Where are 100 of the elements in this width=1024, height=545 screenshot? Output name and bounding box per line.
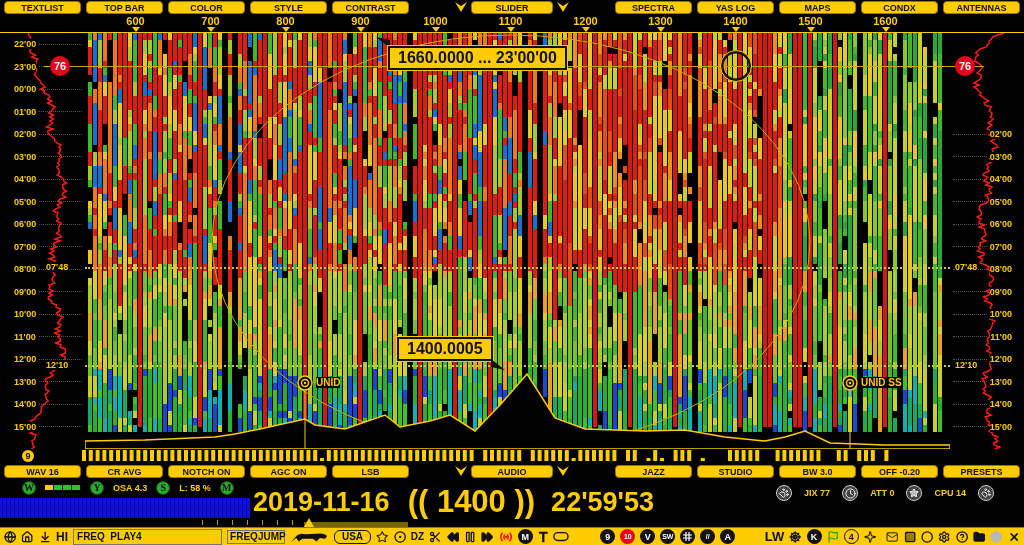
home-icon[interactable] [21, 529, 34, 544]
toolbar-button[interactable]: TEXTLIST [4, 1, 81, 14]
sparkle-icon[interactable] [863, 529, 877, 544]
toolbar-button[interactable]: ANTENNAS [943, 1, 1020, 14]
target-icon [297, 375, 313, 391]
circle-icon[interactable] [920, 529, 934, 544]
toolbar-button[interactable]: AGC ON [250, 465, 327, 478]
speech-bubble-icon[interactable] [553, 530, 570, 543]
caret-icon[interactable] [557, 2, 569, 13]
rewind-icon[interactable] [446, 529, 459, 544]
toolbar-button[interactable]: BW 3.0 [779, 465, 856, 478]
time-label: 14'00 [989, 399, 1012, 410]
folder-icon[interactable] [972, 529, 986, 544]
pointer-icon [490, 359, 505, 370]
star-icon[interactable] [376, 529, 389, 544]
frequency-display: (( 1400 )) [407, 486, 536, 518]
circle-button[interactable]: A [720, 529, 736, 544]
ship-wheel-icon[interactable] [789, 529, 802, 544]
circle-button[interactable]: K [806, 529, 822, 544]
time-label: 00'00 [14, 84, 37, 95]
indicator-text: L: 58 % [179, 482, 211, 493]
time-label: 05'00 [14, 196, 37, 207]
circle-button[interactable]: V [640, 529, 656, 544]
toolbar-button[interactable]: SLIDER [471, 1, 553, 14]
indicator-dot[interactable]: W [22, 480, 36, 495]
frequency-label: 800 [276, 15, 295, 27]
time-label: 07'00 [989, 241, 1012, 252]
toolbar-button[interactable]: AUDIO [471, 465, 553, 478]
caret-icon[interactable] [455, 466, 467, 477]
star-icon[interactable] [906, 485, 923, 501]
toolbar-button[interactable]: MAPS [779, 1, 856, 14]
cursor-callout: 1660.0000 ... 23'00'00 [388, 46, 567, 70]
globe-icon[interactable] [4, 529, 17, 544]
band-label[interactable]: LW [764, 529, 785, 544]
marker-label: 12'10 [46, 360, 69, 370]
marker-label: 07'48 [46, 262, 69, 272]
time-label: 08'00 [989, 264, 1012, 275]
signal-meter-icon [45, 485, 81, 490]
hi-label[interactable]: HI [56, 529, 69, 544]
toolbar-button[interactable]: STYLE [250, 1, 327, 14]
toolbar-button[interactable]: JAZZ [615, 465, 692, 478]
toolbar-button[interactable]: STUDIO [697, 465, 774, 478]
indicator-dot[interactable]: Y [90, 480, 104, 495]
level-badge: 76 [955, 56, 975, 76]
time-label: 03'00 [989, 151, 1012, 162]
toolbar-button[interactable]: PRESETS [943, 465, 1020, 478]
indicator-dot[interactable]: S [156, 480, 171, 495]
caret-icon[interactable] [557, 466, 569, 477]
grid-button[interactable] [680, 529, 696, 544]
region-button[interactable]: USA [333, 529, 372, 544]
toolbar-button[interactable]: CR AVG [86, 465, 163, 478]
freq-input[interactable]: FREQ PLAY4 [73, 528, 223, 545]
target-icon[interactable] [393, 529, 406, 544]
toolbar-button[interactable]: OFF -0.20 [861, 465, 938, 478]
indicator-dot[interactable]: M [219, 480, 234, 495]
toolbar-button[interactable]: WAV 16 [4, 465, 81, 478]
mail-icon[interactable] [886, 529, 899, 544]
caret-icon[interactable] [455, 2, 467, 13]
toolbar-button[interactable]: TOP BAR [86, 1, 163, 14]
circle-button[interactable]: 4 [843, 529, 859, 544]
frequency-label: 1400 [723, 15, 748, 27]
time-label: 09'00 [989, 286, 1012, 297]
frequency-label: 1000 [423, 15, 448, 27]
frequency-label: 1300 [648, 15, 673, 27]
date-display: 2019-11-16 [253, 486, 390, 518]
time-label: 03'00 [14, 151, 37, 162]
time-label: 05'00 [989, 196, 1012, 207]
fast-forward-icon[interactable] [481, 529, 494, 544]
level-badge: 76 [50, 56, 70, 76]
dz-label[interactable]: DZ [410, 531, 425, 542]
antenna-icon[interactable] [537, 530, 549, 543]
pause-icon[interactable] [463, 529, 477, 544]
time-label: 11'00 [14, 331, 36, 342]
time-label: 23'00 [14, 61, 37, 72]
time-label: 08'00 [14, 264, 37, 275]
circle-button[interactable]: 9 [600, 529, 616, 544]
toolbar-button[interactable]: CONDX [861, 1, 938, 14]
paw-icon[interactable] [978, 485, 994, 501]
toolbar-button[interactable]: SPECTRA [615, 1, 692, 14]
toolbar-button[interactable]: NOTCH ON [168, 465, 245, 478]
time-label: 22'00 [14, 39, 37, 50]
download-icon[interactable] [38, 529, 52, 544]
time-label: 10'00 [989, 309, 1012, 320]
channel-badge: 9 [22, 449, 34, 462]
paw-icon[interactable] [776, 485, 793, 501]
help-icon[interactable] [955, 529, 968, 544]
settings-icon[interactable] [938, 529, 951, 544]
time-label: 13'00 [14, 376, 37, 387]
clock-icon[interactable] [842, 485, 859, 501]
station-line [849, 390, 851, 449]
toolbar-button[interactable]: COLOR [168, 1, 245, 14]
time-label: 13'00 [989, 376, 1012, 387]
time-label: 07'00 [14, 241, 37, 252]
time-display: 22'59'53 [551, 486, 655, 518]
square-icon[interactable] [903, 529, 916, 544]
toolbar-button[interactable]: CONTRAST [332, 1, 409, 14]
circle-button[interactable]: M [517, 529, 533, 544]
toolbar-button[interactable]: YAS LOG [697, 1, 774, 14]
toolbar-button[interactable]: LSB [332, 465, 409, 478]
scissors-icon[interactable] [429, 529, 442, 544]
